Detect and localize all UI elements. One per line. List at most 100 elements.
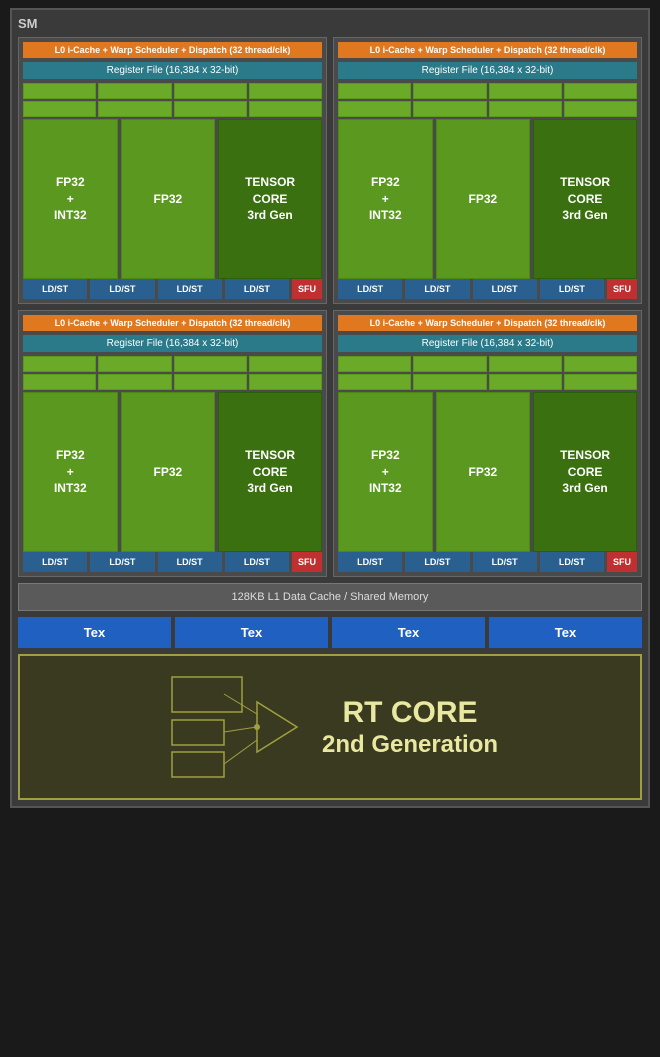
green-cell: [174, 374, 247, 390]
tensor-core-block-1: TENSORCORE3rd Gen: [533, 119, 637, 279]
ld-st-cell-1-1: LD/ST: [405, 279, 469, 299]
fp32-block-2: FP32: [121, 392, 216, 552]
fp32-int32-block-1: FP32+INT32: [338, 119, 433, 279]
sfu-cell-0: SFU: [292, 279, 322, 299]
sub-partition-2: L0 i-Cache + Warp Scheduler + Dispatch (…: [18, 310, 327, 577]
green-cell: [98, 101, 171, 117]
sub-partition-1: L0 i-Cache + Warp Scheduler + Dispatch (…: [333, 37, 642, 304]
ld-st-cell-3-0: LD/ST: [338, 552, 402, 572]
fp32-block-1: FP32: [436, 119, 531, 279]
l0-cache-bar-0: L0 i-Cache + Warp Scheduler + Dispatch (…: [23, 42, 322, 58]
sub-partition-0: L0 i-Cache + Warp Scheduler + Dispatch (…: [18, 37, 327, 304]
tensor-core-block-0: TENSORCORE3rd Gen: [218, 119, 322, 279]
fp32-int32-block-2: FP32+INT32: [23, 392, 118, 552]
rt-core-subtitle: 2nd Generation: [322, 731, 498, 759]
green-cell: [564, 374, 637, 390]
sm-label: SM: [18, 16, 642, 31]
sfu-cell-1: SFU: [607, 279, 637, 299]
tex-row: Tex Tex Tex Tex: [18, 617, 642, 648]
green-cell: [413, 83, 486, 99]
sfu-cell-2: SFU: [292, 552, 322, 572]
fp32-block-3: FP32: [436, 392, 531, 552]
green-cell: [413, 356, 486, 372]
green-cell: [413, 374, 486, 390]
ld-st-cell-0-2: LD/ST: [158, 279, 222, 299]
compute-main-2: FP32+INT32 FP32 TENSORCORE3rd Gen: [23, 392, 322, 552]
tex-unit-2: Tex: [332, 617, 485, 648]
green-grid-top-1: [338, 83, 637, 117]
green-cell: [489, 101, 562, 117]
green-cell: [98, 356, 171, 372]
ld-st-cell-3-2: LD/ST: [473, 552, 537, 572]
fp32-block-0: FP32: [121, 119, 216, 279]
ld-st-cell-2-0: LD/ST: [23, 552, 87, 572]
green-cell: [249, 101, 322, 117]
green-cell: [489, 83, 562, 99]
compute-main-0: FP32+INT32 FP32 TENSORCORE3rd Gen: [23, 119, 322, 279]
ld-st-cell-3-1: LD/ST: [405, 552, 469, 572]
ld-st-cell-0-1: LD/ST: [90, 279, 154, 299]
green-cell: [23, 356, 96, 372]
ld-st-row-0: LD/ST LD/ST LD/ST LD/ST SFU: [23, 279, 322, 299]
sub-partition-3: L0 i-Cache + Warp Scheduler + Dispatch (…: [333, 310, 642, 577]
ld-st-cell-0-3: LD/ST: [225, 279, 289, 299]
green-cell: [174, 101, 247, 117]
green-cell: [98, 83, 171, 99]
register-file-bar-1: Register File (16,384 x 32-bit): [338, 62, 637, 79]
green-cell: [338, 101, 411, 117]
compute-main-1: FP32+INT32 FP32 TENSORCORE3rd Gen: [338, 119, 637, 279]
ld-st-cell-2-2: LD/ST: [158, 552, 222, 572]
ld-st-cell-1-2: LD/ST: [473, 279, 537, 299]
green-cell: [338, 83, 411, 99]
green-cell: [98, 374, 171, 390]
green-grid-top-0: [23, 83, 322, 117]
sfu-cell-3: SFU: [607, 552, 637, 572]
tex-unit-0: Tex: [18, 617, 171, 648]
rt-core-diagram-svg: [162, 672, 302, 782]
ld-st-cell-0-0: LD/ST: [23, 279, 87, 299]
rt-core-text: RT CORE 2nd Generation: [322, 695, 498, 759]
ld-st-cell-1-3: LD/ST: [540, 279, 604, 299]
ld-st-cell-3-3: LD/ST: [540, 552, 604, 572]
fp32-int32-block-0: FP32+INT32: [23, 119, 118, 279]
l0-cache-bar-3: L0 i-Cache + Warp Scheduler + Dispatch (…: [338, 315, 637, 331]
ld-st-row-3: LD/ST LD/ST LD/ST LD/ST SFU: [338, 552, 637, 572]
green-cell: [338, 356, 411, 372]
green-cell: [174, 83, 247, 99]
sm-container: SM L0 i-Cache + Warp Scheduler + Dispatc…: [10, 8, 650, 808]
ld-st-cell-2-3: LD/ST: [225, 552, 289, 572]
green-cell: [338, 374, 411, 390]
green-cell: [249, 83, 322, 99]
ld-st-cell-2-1: LD/ST: [90, 552, 154, 572]
l1-cache-bar: 128KB L1 Data Cache / Shared Memory: [18, 583, 642, 611]
green-cell: [23, 83, 96, 99]
green-grid-top-2: [23, 356, 322, 390]
green-cell: [23, 374, 96, 390]
ld-st-cell-1-0: LD/ST: [338, 279, 402, 299]
rt-core-area: RT CORE 2nd Generation: [18, 654, 642, 800]
register-file-bar-0: Register File (16,384 x 32-bit): [23, 62, 322, 79]
green-cell: [23, 101, 96, 117]
green-cell: [489, 374, 562, 390]
fp32-int32-block-3: FP32+INT32: [338, 392, 433, 552]
compute-main-3: FP32+INT32 FP32 TENSORCORE3rd Gen: [338, 392, 637, 552]
tensor-core-block-2: TENSORCORE3rd Gen: [218, 392, 322, 552]
green-cell: [564, 101, 637, 117]
green-cell: [249, 356, 322, 372]
green-cell: [564, 356, 637, 372]
green-cell: [174, 356, 247, 372]
quad-grid: L0 i-Cache + Warp Scheduler + Dispatch (…: [18, 37, 642, 577]
register-file-bar-3: Register File (16,384 x 32-bit): [338, 335, 637, 352]
green-cell: [413, 101, 486, 117]
l0-cache-bar-2: L0 i-Cache + Warp Scheduler + Dispatch (…: [23, 315, 322, 331]
rt-core-title: RT CORE: [322, 695, 498, 731]
ld-st-row-2: LD/ST LD/ST LD/ST LD/ST SFU: [23, 552, 322, 572]
green-cell: [489, 356, 562, 372]
green-cell: [564, 83, 637, 99]
l0-cache-bar-1: L0 i-Cache + Warp Scheduler + Dispatch (…: [338, 42, 637, 58]
tensor-core-block-3: TENSORCORE3rd Gen: [533, 392, 637, 552]
green-grid-top-3: [338, 356, 637, 390]
tex-unit-3: Tex: [489, 617, 642, 648]
green-cell: [249, 374, 322, 390]
tex-unit-1: Tex: [175, 617, 328, 648]
